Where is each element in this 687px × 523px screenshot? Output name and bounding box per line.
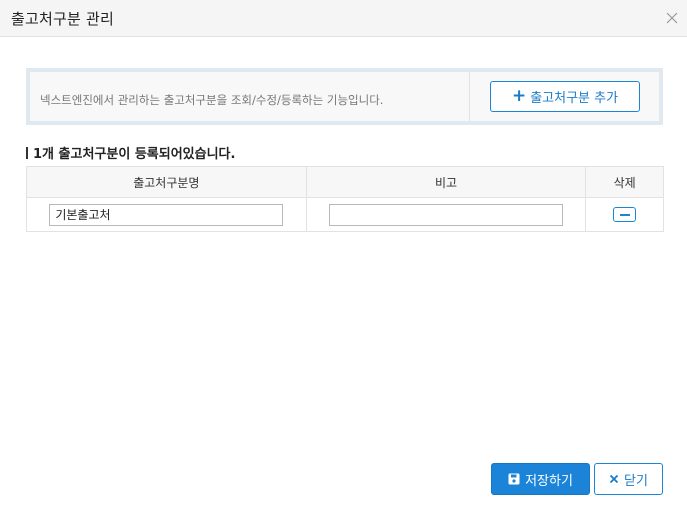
note-cell [305,197,587,232]
delete-row-button[interactable] [613,207,637,222]
section-marker [26,146,28,159]
x-icon [609,474,619,484]
column-header-delete: 삭제 [585,166,664,198]
save-label: 저장하기 [525,473,573,489]
info-box: 넥스트엔진에서 관리하는 출고처구분을 조회/수정/등록하는 기능입니다. + … [26,68,663,125]
dialog-titlebar: 출고처구분 관리 [0,0,687,37]
close-label: 닫기 [624,473,648,489]
delete-cell [585,197,664,232]
close-button[interactable]: 닫기 [594,463,663,495]
table-row [26,197,664,232]
category-table: 출고처구분명 비고 삭제 [26,166,664,232]
category-note-input[interactable] [329,203,564,226]
registered-count-text: 1개 출고처구분이 등록되어있습니다. [33,147,236,162]
save-button[interactable]: 저장하기 [491,463,590,495]
floppy-disk-icon [508,473,520,485]
column-header-note: 비고 [305,166,587,198]
name-cell [26,197,307,232]
add-category-button[interactable]: + 출고처구분 추가 [490,81,640,112]
category-name-input[interactable] [49,203,284,226]
close-icon[interactable] [665,11,679,25]
add-category-label: 출고처구분 추가 [530,91,619,106]
column-header-name: 출고처구분명 [26,166,307,198]
dialog-title: 출고처구분 관리 [11,10,114,28]
info-divider [469,72,470,121]
info-description: 넥스트엔진에서 관리하는 출고처구분을 조회/수정/등록하는 기능입니다. [40,93,384,107]
table-header-row: 출고처구분명 비고 삭제 [26,166,664,198]
registered-count: 1개 출고처구분이 등록되어있습니다. [26,143,235,162]
plus-icon: + [511,86,527,106]
